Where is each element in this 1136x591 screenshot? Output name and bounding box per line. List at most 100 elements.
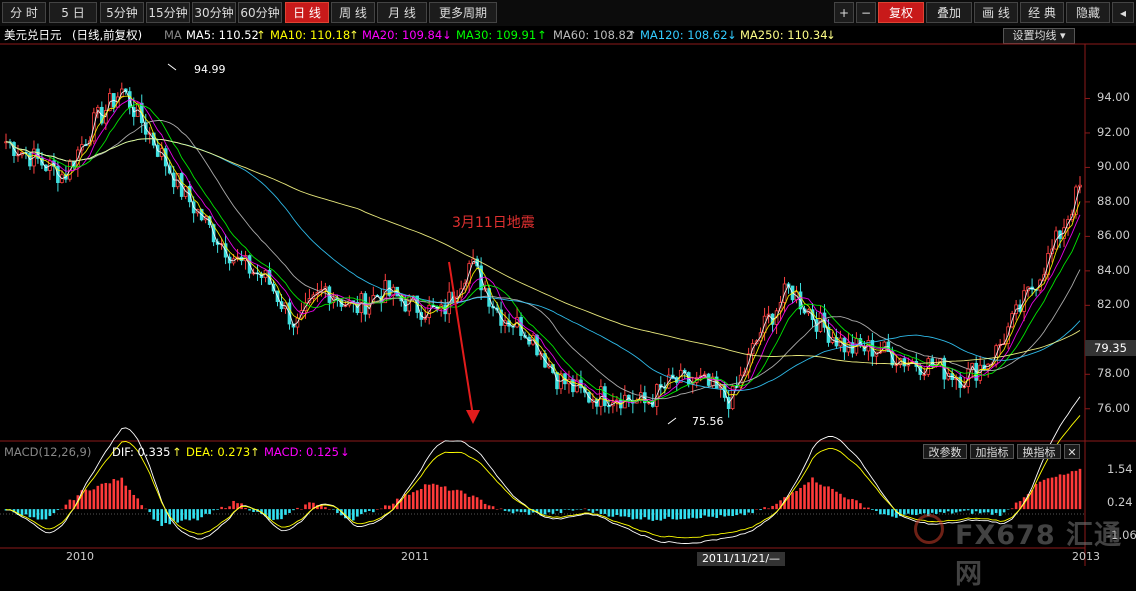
macd-bar — [288, 509, 291, 514]
macd-bar — [160, 509, 164, 526]
macd-bar — [667, 509, 671, 517]
price-chart[interactable] — [0, 0, 1136, 566]
macd-bar — [663, 509, 667, 519]
macd-bar — [116, 480, 120, 510]
macd-bar — [1078, 468, 1082, 510]
macd-bar — [911, 509, 914, 515]
macd-bar — [376, 509, 379, 510]
price-tick-label: 88.00 — [1097, 193, 1130, 208]
macd-bar — [144, 508, 148, 510]
macd-bar — [922, 509, 926, 514]
macd-bar — [567, 509, 571, 510]
watermark-logo — [914, 514, 944, 544]
candlesticks — [4, 82, 1082, 418]
macd-bar — [372, 509, 375, 513]
macd-bar — [435, 484, 439, 510]
macd-bar — [296, 507, 299, 510]
macd-bar — [248, 509, 251, 511]
macd-bar — [755, 509, 758, 510]
macd-bar — [475, 497, 479, 510]
price-tick-label: 94.00 — [1097, 90, 1130, 105]
macd-bar — [304, 504, 307, 510]
price-axis — [1085, 97, 1090, 410]
macd-bar — [855, 500, 858, 510]
macd-bar — [172, 509, 175, 521]
macd-bar — [415, 490, 419, 510]
macd-tick-label: 0.24 — [1107, 494, 1133, 509]
macd-bar — [591, 509, 595, 513]
edit-params-button[interactable]: 改参数 — [923, 444, 967, 459]
macd-bar — [1014, 502, 1018, 510]
macd-bar — [655, 509, 659, 520]
macd-bar — [515, 509, 519, 512]
macd-bar — [723, 509, 726, 517]
macd-bar — [675, 509, 679, 520]
macd-bar — [1002, 509, 1006, 513]
macd-bar — [647, 509, 651, 520]
ma5-line — [5, 89, 1081, 407]
macd-bar — [272, 509, 275, 520]
close-icon[interactable]: ✕ — [1064, 444, 1080, 459]
macd-bar — [571, 509, 575, 511]
macd-bar — [1074, 470, 1078, 510]
macd-bar — [284, 509, 287, 515]
macd-bar — [507, 509, 511, 512]
macd-bar — [1050, 477, 1054, 510]
macd-bar — [1054, 476, 1058, 510]
macd-bar — [671, 509, 675, 520]
macd-bar — [419, 488, 423, 510]
macd-bar — [56, 509, 60, 511]
macd-bar — [930, 509, 934, 513]
macd-bar — [942, 509, 946, 513]
macd-bar — [703, 509, 706, 516]
macd-bar — [52, 509, 56, 514]
macd-bar — [112, 479, 116, 510]
macd-bar — [867, 507, 870, 510]
dea-value: DEA: 0.273 — [186, 445, 251, 459]
macd-bar — [791, 492, 794, 510]
macd-bar — [40, 509, 44, 520]
macd-bar — [152, 509, 156, 520]
macd-bar — [707, 509, 710, 517]
macd-bar — [962, 509, 966, 511]
x-label-2010: 2010 — [66, 550, 94, 563]
macd-bar — [946, 509, 950, 512]
macd-bar — [423, 484, 427, 510]
high-label: 94.99 — [194, 63, 226, 76]
macd-bar — [583, 508, 587, 510]
add-indicator-button[interactable]: 加指标 — [970, 444, 1014, 459]
macd-bar — [368, 509, 371, 511]
macd-bar — [439, 486, 443, 510]
macd-bar — [212, 509, 215, 511]
macd-bar — [140, 505, 144, 510]
moving-average-lines — [5, 89, 1081, 407]
macd-bar — [679, 509, 683, 520]
macd-bar — [407, 494, 411, 510]
macd-bar — [280, 509, 283, 520]
macd-bar — [228, 506, 231, 510]
macd-bar — [799, 487, 802, 510]
macd-bar — [224, 508, 227, 510]
macd-bar — [887, 509, 890, 516]
macd-bar — [92, 489, 96, 510]
dea-arrow: ↑ — [250, 445, 260, 459]
macd-bar — [563, 509, 567, 510]
macd-bar — [950, 509, 954, 514]
macd-bar — [607, 509, 611, 517]
macd-bar — [775, 503, 778, 510]
price-tick-label: 78.00 — [1097, 366, 1130, 381]
macd-bar — [1042, 479, 1046, 510]
macd-bar — [463, 493, 467, 510]
macd-bar — [467, 496, 471, 510]
macd-bar — [559, 509, 563, 514]
switch-indicator-button[interactable]: 换指标 — [1017, 444, 1061, 459]
macd-bar — [875, 509, 878, 511]
macd-bar — [479, 499, 483, 510]
macd-bar — [639, 509, 643, 520]
macd-bar — [443, 486, 447, 510]
price-tick-label: 76.00 — [1097, 400, 1130, 415]
macd-bar — [300, 509, 303, 510]
price-tick-label: 92.00 — [1097, 124, 1130, 139]
macd-bar — [180, 509, 183, 521]
x-label-2011: 2011 — [401, 550, 429, 563]
